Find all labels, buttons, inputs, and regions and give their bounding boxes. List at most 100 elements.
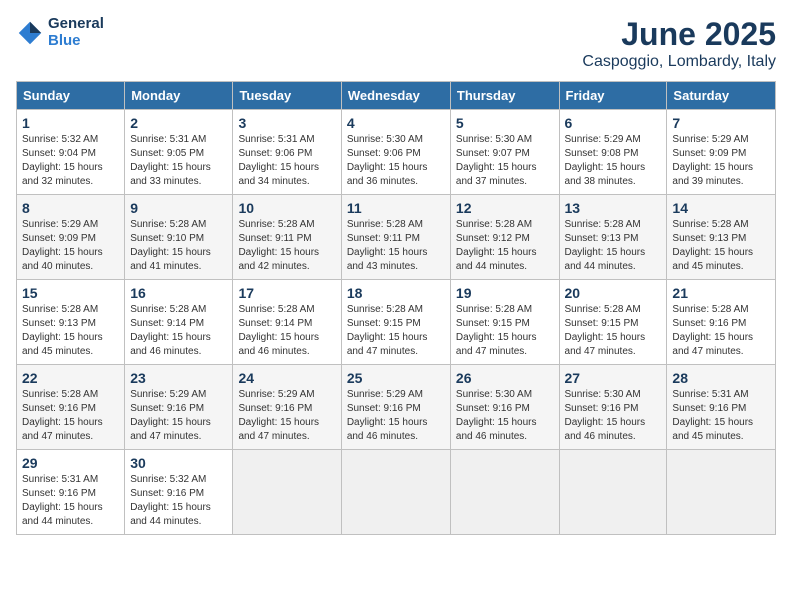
title-block: June 2025 Caspoggio, Lombardy, Italy: [582, 16, 776, 71]
calendar-cell: 9 Sunrise: 5:28 AMSunset: 9:10 PMDaylight…: [125, 195, 233, 280]
day-info: Sunrise: 5:29 AMSunset: 9:16 PMDaylight:…: [347, 388, 445, 444]
weekday-header-thursday: Thursday: [450, 82, 559, 110]
weekday-header-wednesday: Wednesday: [341, 82, 450, 110]
day-number: 12: [456, 200, 554, 216]
calendar-week-2: 15Sunrise: 5:28 AMSunset: 9:13 PMDayligh…: [17, 280, 776, 365]
calendar-cell: 27 Sunrise: 5:30 AMSunset: 9:16 PMDayligh…: [559, 365, 667, 450]
day-info: Sunrise: 5:31 AMSunset: 9:16 PMDaylight:…: [22, 473, 119, 529]
calendar-cell: 20 Sunrise: 5:28 AMSunset: 9:15 PMDayligh…: [559, 280, 667, 365]
day-number: 2: [130, 115, 227, 131]
day-info: Sunrise: 5:30 AMSunset: 9:16 PMDaylight:…: [456, 388, 554, 444]
calendar-cell: 21Sunrise: 5:28 AMSunset: 9:16 PMDayligh…: [667, 280, 776, 365]
day-number: 11: [347, 200, 445, 216]
logo-text-blue: Blue: [48, 32, 81, 49]
day-number: 25: [347, 370, 445, 386]
calendar-cell: 19 Sunrise: 5:28 AMSunset: 9:15 PMDayligh…: [450, 280, 559, 365]
calendar-cell: 16Sunrise: 5:28 AMSunset: 9:14 PMDayligh…: [125, 280, 233, 365]
day-number: 23: [130, 370, 227, 386]
day-number: 29: [22, 455, 119, 471]
day-info: Sunrise: 5:29 AMSunset: 9:09 PMDaylight:…: [22, 218, 119, 274]
calendar-week-1: 8 Sunrise: 5:29 AMSunset: 9:09 PMDaylight…: [17, 195, 776, 280]
calendar-week-4: 29 Sunrise: 5:31 AMSunset: 9:16 PMDayligh…: [17, 450, 776, 535]
calendar-cell: 8 Sunrise: 5:29 AMSunset: 9:09 PMDaylight…: [17, 195, 125, 280]
day-info: Sunrise: 5:28 AMSunset: 9:13 PMDaylight:…: [565, 218, 662, 274]
day-info: Sunrise: 5:28 AMSunset: 9:15 PMDaylight:…: [456, 303, 554, 359]
logo: General Blue: [16, 16, 104, 49]
day-info: Sunrise: 5:28 AMSunset: 9:15 PMDaylight:…: [347, 303, 445, 359]
day-info: Sunrise: 5:31 AMSunset: 9:05 PMDaylight:…: [130, 133, 227, 189]
calendar-cell: 6 Sunrise: 5:29 AMSunset: 9:08 PMDaylight…: [559, 110, 667, 195]
day-info: Sunrise: 5:28 AMSunset: 9:10 PMDaylight:…: [130, 218, 227, 274]
day-info: Sunrise: 5:28 AMSunset: 9:11 PMDaylight:…: [347, 218, 445, 274]
calendar-cell: 24 Sunrise: 5:29 AMSunset: 9:16 PMDayligh…: [233, 365, 341, 450]
calendar-cell: [559, 450, 667, 535]
weekday-header-sunday: Sunday: [17, 82, 125, 110]
calendar-cell: [233, 450, 341, 535]
calendar-cell: 29 Sunrise: 5:31 AMSunset: 9:16 PMDayligh…: [17, 450, 125, 535]
day-info: Sunrise: 5:29 AMSunset: 9:08 PMDaylight:…: [565, 133, 662, 189]
weekday-header-saturday: Saturday: [667, 82, 776, 110]
day-info: Sunrise: 5:28 AMSunset: 9:12 PMDaylight:…: [456, 218, 554, 274]
calendar-cell: [667, 450, 776, 535]
day-number: 6: [565, 115, 662, 131]
weekday-header-tuesday: Tuesday: [233, 82, 341, 110]
calendar-cell: 28 Sunrise: 5:31 AMSunset: 9:16 PMDayligh…: [667, 365, 776, 450]
day-info: Sunrise: 5:29 AMSunset: 9:09 PMDaylight:…: [672, 133, 770, 189]
day-number: 21: [672, 285, 770, 301]
calendar-cell: [341, 450, 450, 535]
calendar-cell: 18 Sunrise: 5:28 AMSunset: 9:15 PMDayligh…: [341, 280, 450, 365]
day-info: Sunrise: 5:28 AMSunset: 9:15 PMDaylight:…: [565, 303, 662, 359]
day-number: 30: [130, 455, 227, 471]
day-number: 20: [565, 285, 662, 301]
day-number: 8: [22, 200, 119, 216]
day-info: Sunrise: 5:31 AMSunset: 9:16 PMDaylight:…: [672, 388, 770, 444]
calendar-cell: 10 Sunrise: 5:28 AMSunset: 9:11 PMDayligh…: [233, 195, 341, 280]
weekday-header-friday: Friday: [559, 82, 667, 110]
day-info: Sunrise: 5:32 AMSunset: 9:04 PMDaylight:…: [22, 133, 119, 189]
calendar-cell: 22 Sunrise: 5:28 AMSunset: 9:16 PMDayligh…: [17, 365, 125, 450]
calendar-cell: [450, 450, 559, 535]
day-number: 18: [347, 285, 445, 301]
day-info: Sunrise: 5:31 AMSunset: 9:06 PMDaylight:…: [238, 133, 335, 189]
calendar-cell: 23Sunrise: 5:29 AMSunset: 9:16 PMDayligh…: [125, 365, 233, 450]
calendar-week-3: 22 Sunrise: 5:28 AMSunset: 9:16 PMDayligh…: [17, 365, 776, 450]
weekday-header-monday: Monday: [125, 82, 233, 110]
calendar-cell: 5Sunrise: 5:30 AMSunset: 9:07 PMDaylight…: [450, 110, 559, 195]
day-info: Sunrise: 5:30 AMSunset: 9:07 PMDaylight:…: [456, 133, 554, 189]
calendar-table: SundayMondayTuesdayWednesdayThursdayFrid…: [16, 81, 776, 535]
day-info: Sunrise: 5:28 AMSunset: 9:16 PMDaylight:…: [22, 388, 119, 444]
day-number: 4: [347, 115, 445, 131]
day-number: 22: [22, 370, 119, 386]
day-number: 24: [238, 370, 335, 386]
calendar-cell: 3Sunrise: 5:31 AMSunset: 9:06 PMDaylight…: [233, 110, 341, 195]
calendar-cell: 12 Sunrise: 5:28 AMSunset: 9:12 PMDayligh…: [450, 195, 559, 280]
page-header: General Blue June 2025 Caspoggio, Lombar…: [16, 16, 776, 71]
calendar-cell: 7 Sunrise: 5:29 AMSunset: 9:09 PMDaylight…: [667, 110, 776, 195]
logo-text-general: General: [48, 15, 104, 32]
weekday-header-row: SundayMondayTuesdayWednesdayThursdayFrid…: [17, 82, 776, 110]
day-info: Sunrise: 5:28 AMSunset: 9:11 PMDaylight:…: [238, 218, 335, 274]
day-info: Sunrise: 5:28 AMSunset: 9:13 PMDaylight:…: [672, 218, 770, 274]
day-number: 1: [22, 115, 119, 131]
day-info: Sunrise: 5:29 AMSunset: 9:16 PMDaylight:…: [238, 388, 335, 444]
day-number: 26: [456, 370, 554, 386]
calendar-cell: 30Sunrise: 5:32 AMSunset: 9:16 PMDayligh…: [125, 450, 233, 535]
calendar-week-0: 1 Sunrise: 5:32 AMSunset: 9:04 PMDaylight…: [17, 110, 776, 195]
day-number: 10: [238, 200, 335, 216]
day-number: 16: [130, 285, 227, 301]
day-info: Sunrise: 5:30 AMSunset: 9:16 PMDaylight:…: [565, 388, 662, 444]
calendar-cell: 15Sunrise: 5:28 AMSunset: 9:13 PMDayligh…: [17, 280, 125, 365]
calendar-subtitle: Caspoggio, Lombardy, Italy: [582, 53, 776, 71]
calendar-title: June 2025: [582, 16, 776, 53]
day-number: 7: [672, 115, 770, 131]
day-number: 27: [565, 370, 662, 386]
day-number: 14: [672, 200, 770, 216]
calendar-cell: 14 Sunrise: 5:28 AMSunset: 9:13 PMDayligh…: [667, 195, 776, 280]
calendar-cell: 4Sunrise: 5:30 AMSunset: 9:06 PMDaylight…: [341, 110, 450, 195]
logo-icon: [16, 19, 44, 47]
day-number: 9: [130, 200, 227, 216]
day-number: 28: [672, 370, 770, 386]
calendar-cell: 26 Sunrise: 5:30 AMSunset: 9:16 PMDayligh…: [450, 365, 559, 450]
calendar-cell: 13Sunrise: 5:28 AMSunset: 9:13 PMDayligh…: [559, 195, 667, 280]
day-number: 19: [456, 285, 554, 301]
